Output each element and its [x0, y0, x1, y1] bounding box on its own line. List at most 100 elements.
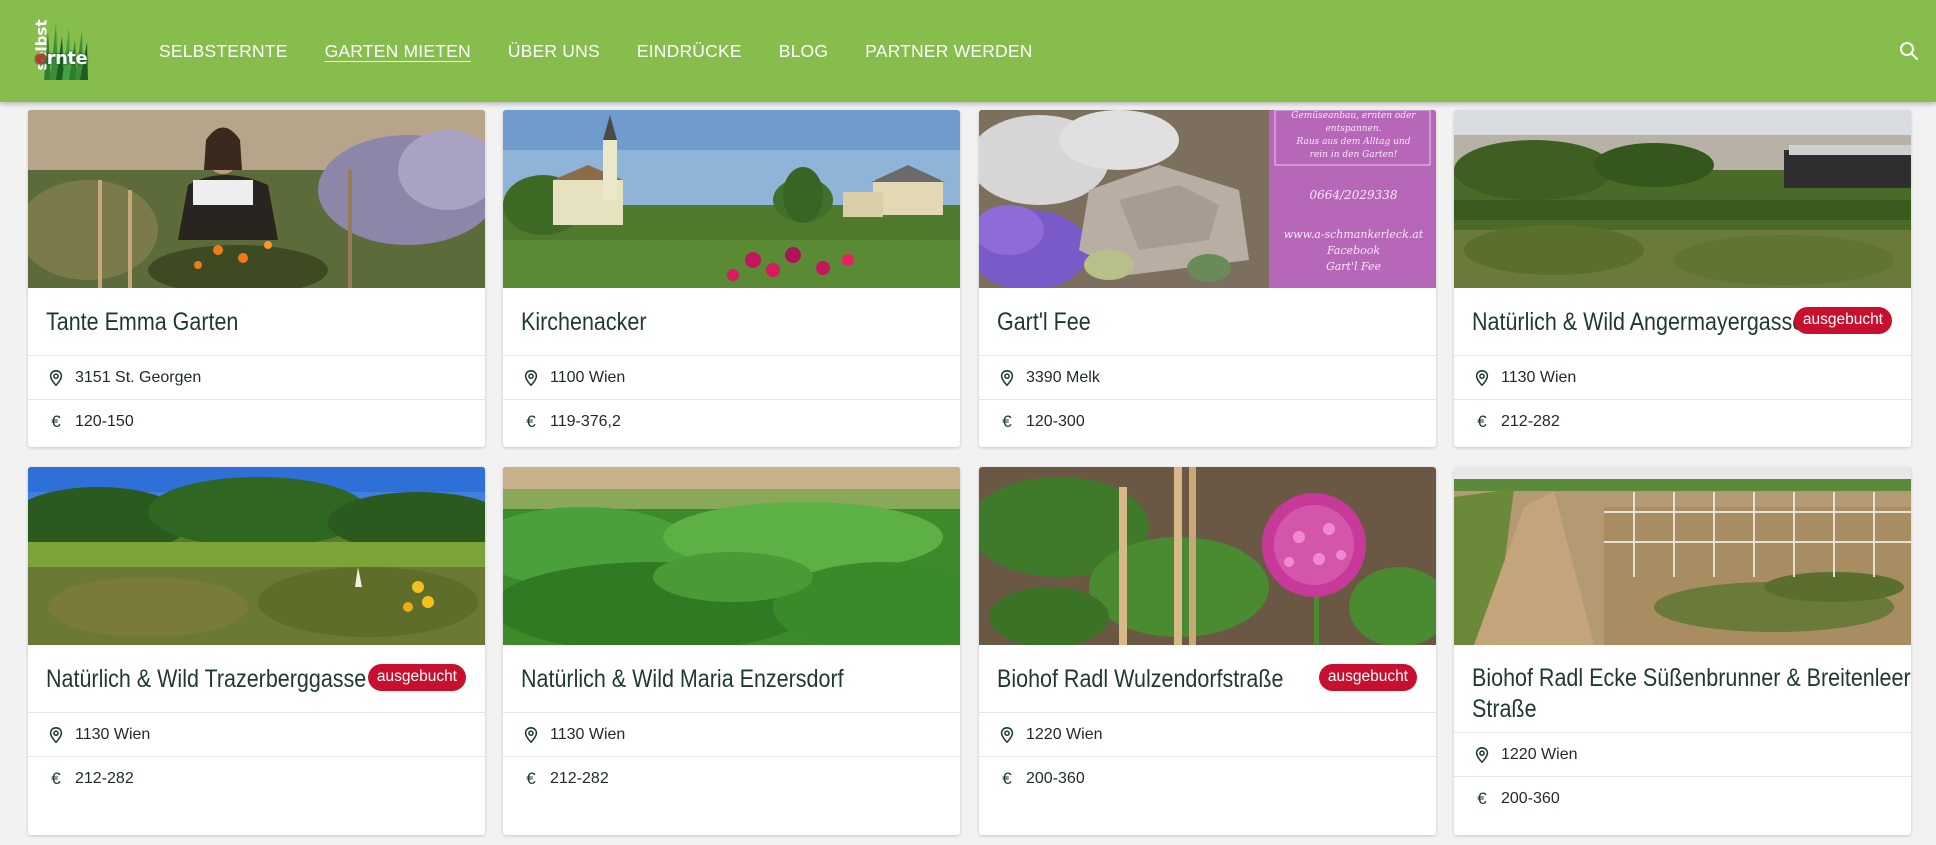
garden-location: 1130 Wien — [75, 725, 151, 743]
garden-price: 200-360 — [1501, 790, 1560, 807]
selbsternte-logo[interactable]: selbst ernte — [26, 14, 94, 84]
sign-line: Gemüseanbau, ernten oder — [1291, 111, 1416, 121]
garden-card[interactable]: Natürlich & Wild Maria Enzersdorf 1130 W… — [503, 467, 960, 835]
price-row: € 212-282 — [28, 757, 485, 801]
euro-icon: € — [51, 412, 61, 431]
garden-card[interactable]: Biohof Radl Ecke Süßenbrunner & Breitenl… — [1454, 467, 1911, 835]
garden-price: 200-360 — [1026, 770, 1085, 787]
garden-price: 212-282 — [550, 770, 609, 787]
garden-photo — [979, 467, 1436, 645]
nav-ueber-uns[interactable]: ÜBER UNS — [508, 41, 600, 62]
price-row: € 200-360 — [1454, 777, 1911, 821]
location-row: 1130 Wien — [28, 713, 485, 757]
location-row: 3151 St. Georgen — [28, 356, 485, 400]
location-pin-icon — [997, 369, 1017, 387]
sign-line: Raus aus dem Alltag und — [1296, 137, 1411, 147]
sign-facebook: Facebook — [1326, 244, 1381, 257]
sign-phone: 0664/2029338 — [1309, 188, 1398, 202]
booked-out-badge: ausgebucht — [1318, 664, 1417, 691]
garden-title-line-2[interactable]: Straße — [1472, 694, 1537, 725]
card-title-row: Natürlich & Wild Angermayergasse ausgebu… — [1454, 288, 1911, 356]
nav-selbsternte[interactable]: SELBSTERNTE — [159, 41, 288, 62]
booked-out-badge: ausgebucht — [367, 664, 466, 691]
garden-card[interactable]: Natürlich & Wild Angermayergasse ausgebu… — [1454, 110, 1911, 447]
garden-price: 119-376,2 — [550, 413, 621, 430]
location-pin-icon — [46, 726, 66, 744]
location-row: 1220 Wien — [1454, 733, 1911, 777]
nav-garten-mieten[interactable]: GARTEN MIETEN — [325, 41, 471, 62]
garden-photo — [28, 467, 485, 645]
euro-icon: € — [1477, 412, 1487, 431]
euro-icon: € — [526, 412, 536, 431]
garden-photo — [503, 110, 960, 288]
garden-card[interactable]: Kirchenacker 1100 Wien € 119-376,2 — [503, 110, 960, 447]
location-pin-icon — [997, 726, 1017, 744]
garden-card[interactable]: Natürlich & Wild Trazerberggasse ausgebu… — [28, 467, 485, 835]
nav-eindruecke[interactable]: EINDRÜCKE — [637, 41, 742, 62]
booked-out-badge: ausgebucht — [1793, 307, 1892, 334]
nav-blog[interactable]: BLOG — [779, 41, 828, 62]
garden-title[interactable]: Natürlich & Wild Maria Enzersdorf — [521, 664, 844, 695]
euro-icon: € — [51, 769, 61, 788]
garden-photo — [28, 110, 485, 288]
location-row: 1100 Wien — [503, 356, 960, 400]
logo-letter-e: e — [35, 48, 47, 69]
garden-location: 1220 Wien — [1501, 745, 1578, 763]
garden-location: 1220 Wien — [1026, 725, 1103, 743]
garden-location: 1130 Wien — [550, 725, 626, 743]
location-pin-icon — [1472, 369, 1492, 387]
card-title-row: Biohof Radl Ecke Süßenbrunner & Breitenl… — [1454, 645, 1911, 733]
main-nav: SELBSTERNTE GARTEN MIETEN ÜBER UNS EINDR… — [159, 0, 1070, 102]
euro-icon: € — [1002, 412, 1012, 431]
euro-icon: € — [1477, 789, 1487, 808]
garden-title-line-1[interactable]: Biohof Radl Ecke Süßenbrunner & Breitenl… — [1472, 663, 1911, 694]
location-row: 1130 Wien — [1454, 356, 1911, 400]
sign-line: rein in den Garten! — [1309, 150, 1398, 160]
price-row: € 212-282 — [503, 757, 960, 801]
location-row: 3390 Melk — [979, 356, 1436, 400]
garden-title[interactable]: Kirchenacker — [521, 307, 646, 338]
location-row: 1220 Wien — [979, 713, 1436, 757]
garden-photo — [1454, 110, 1911, 288]
garden-title[interactable]: Gart'l Fee — [997, 307, 1091, 338]
garden-location: 1130 Wien — [1501, 368, 1577, 386]
garden-title[interactable]: Tante Emma Garten — [46, 307, 238, 338]
euro-icon: € — [526, 769, 536, 788]
location-pin-icon — [46, 369, 66, 387]
card-title-row: Gart'l Fee — [979, 288, 1436, 356]
garden-location: 1100 Wien — [550, 368, 626, 386]
location-pin-icon — [1472, 746, 1492, 764]
euro-icon: € — [1002, 769, 1012, 788]
garden-title[interactable]: Natürlich & Wild Trazerberggasse — [46, 664, 366, 695]
sign-website: www.a-schmankerleck.at — [1283, 228, 1424, 241]
garden-card[interactable]: Biohof Radl Wulzendorfstraße ausgebucht … — [979, 467, 1436, 835]
garden-price: 120-150 — [75, 413, 134, 430]
location-pin-icon — [521, 726, 541, 744]
card-title-row: Tante Emma Garten — [28, 288, 485, 356]
logo-letters-rnte: rnte — [46, 48, 88, 69]
card-title-row: Natürlich & Wild Trazerberggasse ausgebu… — [28, 645, 485, 713]
price-row: € 200-360 — [979, 757, 1436, 801]
location-row: 1130 Wien — [503, 713, 960, 757]
garden-photo — [503, 467, 960, 645]
gartl-fee-sign-text: Gemüseanbau, ernten oder entspannen. Rau… — [1271, 110, 1436, 288]
location-pin-icon — [521, 369, 541, 387]
garden-price: 212-282 — [75, 770, 134, 787]
search-icon[interactable] — [1898, 40, 1920, 62]
nav-partner-werden[interactable]: PARTNER WERDEN — [865, 41, 1032, 62]
garden-price: 120-300 — [1026, 413, 1085, 430]
garden-card[interactable]: Tante Emma Garten 3151 St. Georgen € 120… — [28, 110, 485, 447]
card-title-row: Kirchenacker — [503, 288, 960, 356]
garden-title[interactable]: Biohof Radl Wulzendorfstraße — [997, 664, 1283, 695]
price-row: € 120-300 — [979, 400, 1436, 444]
garden-title[interactable]: Natürlich & Wild Angermayergasse — [1472, 307, 1804, 338]
price-row: € 119-376,2 — [503, 400, 960, 444]
price-row: € 212-282 — [1454, 400, 1911, 444]
garden-location: 3390 Melk — [1026, 368, 1100, 386]
garden-location: 3151 St. Georgen — [75, 368, 202, 386]
card-title-row: Biohof Radl Wulzendorfstraße ausgebucht — [979, 645, 1436, 713]
garden-card[interactable]: Gemüseanbau, ernten oder entspannen. Rau… — [979, 110, 1436, 447]
sign-name: Gart'l Fee — [1325, 260, 1382, 273]
card-title-row: Natürlich & Wild Maria Enzersdorf — [503, 645, 960, 713]
garden-price: 212-282 — [1501, 413, 1560, 430]
